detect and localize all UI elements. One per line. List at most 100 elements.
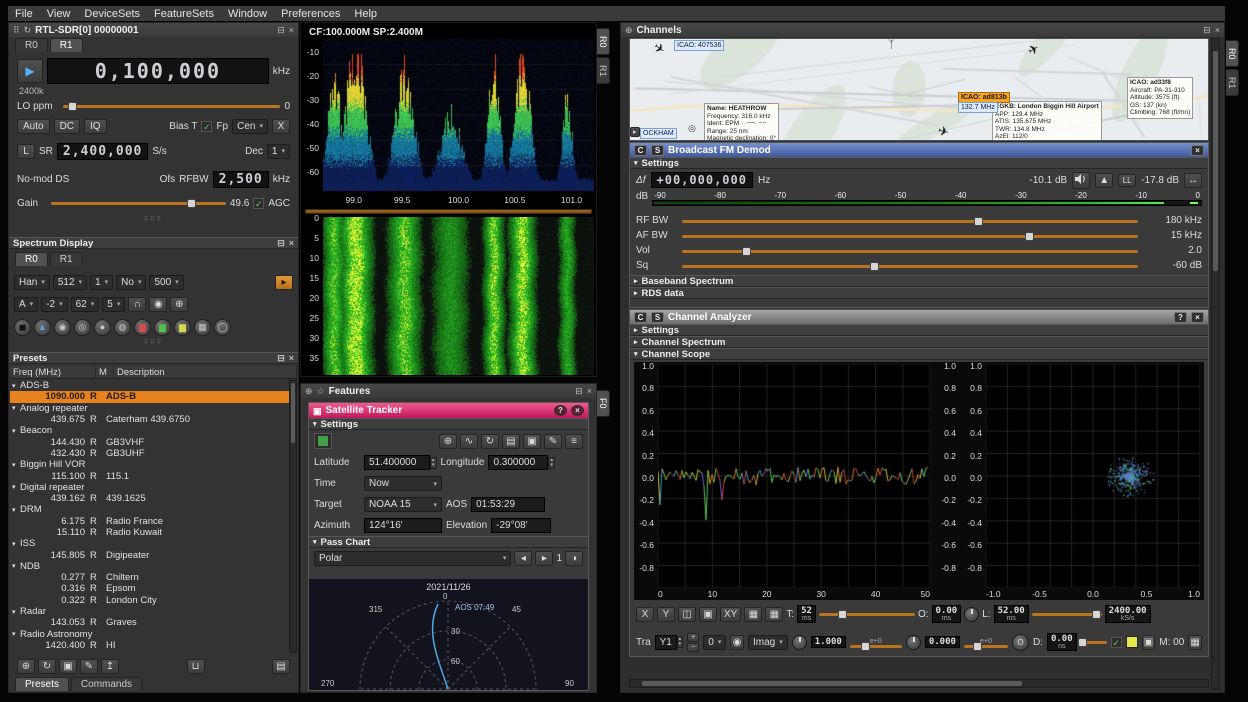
display-option-button[interactable]: ▦ (194, 319, 211, 336)
memory-save-button[interactable]: ▣ (1142, 635, 1156, 650)
channel-analyzer-title-bar[interactable]: C S Channel Analyzer ? × (630, 310, 1208, 324)
auto-button[interactable]: Auto (17, 119, 50, 134)
spectrum-combo[interactable]: No▾ (116, 275, 146, 290)
channel-c-button[interactable]: C (634, 145, 647, 156)
projection-combo[interactable]: Imag▾ (748, 635, 788, 650)
shrink-icon[interactable]: ⊟ (1203, 25, 1211, 35)
tab-r0[interactable]: R0 (15, 38, 48, 52)
start-button[interactable]: ▶ (17, 59, 43, 83)
trace-view-checkbox[interactable]: ✓ (1111, 637, 1122, 648)
spectrum-combo[interactable]: A▾ (14, 297, 38, 312)
update-preset-button[interactable]: ↻ (38, 659, 56, 674)
display-option-button[interactable]: ▆ (174, 319, 191, 336)
spectrum-combo[interactable]: 62▾ (71, 297, 100, 312)
calibration-button[interactable]: ◉ (149, 297, 167, 312)
export-preset-button[interactable]: ↥ (101, 659, 119, 674)
grid-intensity-button[interactable]: ▦ (744, 607, 762, 622)
column-freq[interactable]: Freq (MHz) (10, 366, 96, 378)
time-combo[interactable]: Now▾ (364, 476, 442, 491)
fm-settings-section[interactable]: ▾ Settings (630, 157, 1208, 169)
display-option-button[interactable]: ▲ (34, 319, 51, 336)
find-target-button[interactable]: ⊕ (439, 434, 457, 449)
menu-item-preferences[interactable]: Preferences (274, 8, 347, 20)
stereo-mono-button[interactable]: LL (1118, 174, 1136, 187)
close-button[interactable]: × (1191, 312, 1204, 323)
display-option-button[interactable]: ▆ (134, 319, 151, 336)
ockham-label[interactable]: OCKHAM (640, 128, 677, 139)
fc-position-combo[interactable]: Cen▾ (232, 119, 268, 134)
display-option-button[interactable]: ◍ (114, 319, 131, 336)
preset-item-row[interactable]: 439.675RCaterham 439.6750 (10, 414, 289, 425)
amplitude-exp-control[interactable]: e+0 (850, 640, 902, 645)
trace-color-button[interactable]: ◉ (730, 635, 744, 650)
channels-vertical-scrollbar[interactable] (1211, 38, 1220, 690)
tab-r0[interactable]: R0 (15, 252, 48, 266)
trace-color-swatch[interactable] (1126, 636, 1138, 648)
frequency-zoom-bar[interactable] (305, 209, 592, 214)
preset-item-row[interactable]: 0.322RLondon City (10, 595, 289, 606)
marker-button[interactable]: ⊕ (170, 297, 188, 312)
shrink-icon[interactable]: ⊟ (277, 353, 285, 363)
shrink-icon[interactable]: ⊟ (575, 386, 583, 396)
aircraft-info-box[interactable]: ICAO: ad33f8Aircraft: PA-31-310Altitude:… (1127, 77, 1193, 119)
spinner-arrows[interactable]: ▴▾ (677, 636, 684, 648)
preset-group-row[interactable]: ▾DRM (10, 504, 289, 515)
channel-scope-section[interactable]: ▾ Channel Scope (630, 348, 1208, 360)
fm-demod-title-bar[interactable]: C S Broadcast FM Demod × (630, 143, 1208, 157)
column-mode[interactable]: M (96, 366, 114, 378)
audio-mute-button[interactable] (1072, 172, 1090, 189)
preset-group-row[interactable]: ▾Analog repeater (10, 403, 289, 414)
bias-t-checkbox[interactable]: ✓ (201, 121, 212, 132)
display-option-button[interactable]: ▆ (154, 319, 171, 336)
channel-spectrum-section[interactable]: ▸ Channel Spectrum (630, 336, 1208, 348)
spectrum-combo[interactable]: 1▾ (90, 275, 113, 290)
overlay-view-button[interactable]: ▣ (699, 607, 717, 622)
tracker-settings-section[interactable]: ▾ Settings (309, 418, 588, 430)
channel-c-button[interactable]: C (634, 312, 647, 323)
add-trace-button[interactable]: + (687, 633, 699, 642)
help-button[interactable]: ? (1174, 312, 1187, 323)
dark-theme-button[interactable]: ◑ (565, 551, 583, 566)
edit-satellites-button[interactable]: ✎ (544, 434, 562, 449)
link-button[interactable]: ∿ (460, 434, 478, 449)
close-button[interactable]: × (571, 405, 584, 416)
run-spectrum-button[interactable]: ▸ (275, 275, 293, 290)
save-preset-button[interactable]: ▣ (59, 659, 77, 674)
preset-group-row[interactable]: ▾ISS (10, 538, 289, 549)
tab-presets[interactable]: Presets (15, 677, 69, 691)
map-nav-button[interactable]: ▸ (630, 127, 640, 137)
column-description[interactable]: Description (114, 366, 297, 378)
refresh-tles-button[interactable]: ↻ (481, 434, 499, 449)
tab-commands[interactable]: Commands (71, 677, 142, 691)
right-workspace-tab-r1[interactable]: R1 (1226, 69, 1239, 96)
heathrow-info-box[interactable]: Name: HEATHROWFrequency: 316.0 kHzIdent:… (704, 103, 779, 141)
spinner-arrows[interactable]: ▴▾ (430, 457, 437, 469)
rf-bw-slider[interactable] (682, 215, 1138, 227)
presets-scrollbar[interactable] (289, 380, 297, 653)
target-combo[interactable]: NOAA 15▾ (364, 497, 442, 512)
resize-grip[interactable]: ⠿⠿⠿ (9, 217, 298, 223)
rfbw-display[interactable]: 2,500 (213, 171, 269, 188)
spectrum-combo[interactable]: 512▾ (53, 275, 87, 290)
o-dial[interactable]: O (1012, 634, 1029, 651)
spectrum-combo[interactable]: 500▾ (149, 275, 183, 290)
display-option-button[interactable]: ● (94, 319, 111, 336)
adsb-map[interactable]: ✈ ✈ ✈ ✈ ✈ ᛉ ᛉ ◎ ICAO: 407536 Name: HEATH… (629, 38, 1209, 141)
display-settings-button[interactable]: ≡ (565, 434, 583, 449)
rate-mode-button[interactable]: L (17, 144, 35, 159)
tab-r1[interactable]: R1 (50, 252, 83, 266)
sample-rate-display[interactable]: 2,400,000 (57, 143, 148, 160)
preset-item-row[interactable]: 145.805RDigipeater (10, 549, 289, 560)
preset-group-row[interactable]: ▾Biggin Hill VOR (10, 459, 289, 470)
preset-item-row[interactable]: 6.175RRadio France (10, 516, 289, 527)
remove-trace-button[interactable]: − (687, 643, 699, 652)
menu-item-devicesets[interactable]: DeviceSets (77, 8, 147, 20)
preset-item-row[interactable]: 143.053RGraves (10, 617, 289, 628)
scope-time-trace[interactable] (658, 364, 930, 588)
spectrum-combo[interactable]: 5▾ (102, 297, 125, 312)
sq-slider[interactable] (682, 260, 1138, 272)
star-icon[interactable]: ☆ (317, 386, 325, 396)
iq-button[interactable]: IQ (84, 119, 107, 134)
trace-input-combo[interactable]: 0▾ (703, 635, 726, 650)
menu-item-file[interactable]: File (8, 8, 40, 20)
